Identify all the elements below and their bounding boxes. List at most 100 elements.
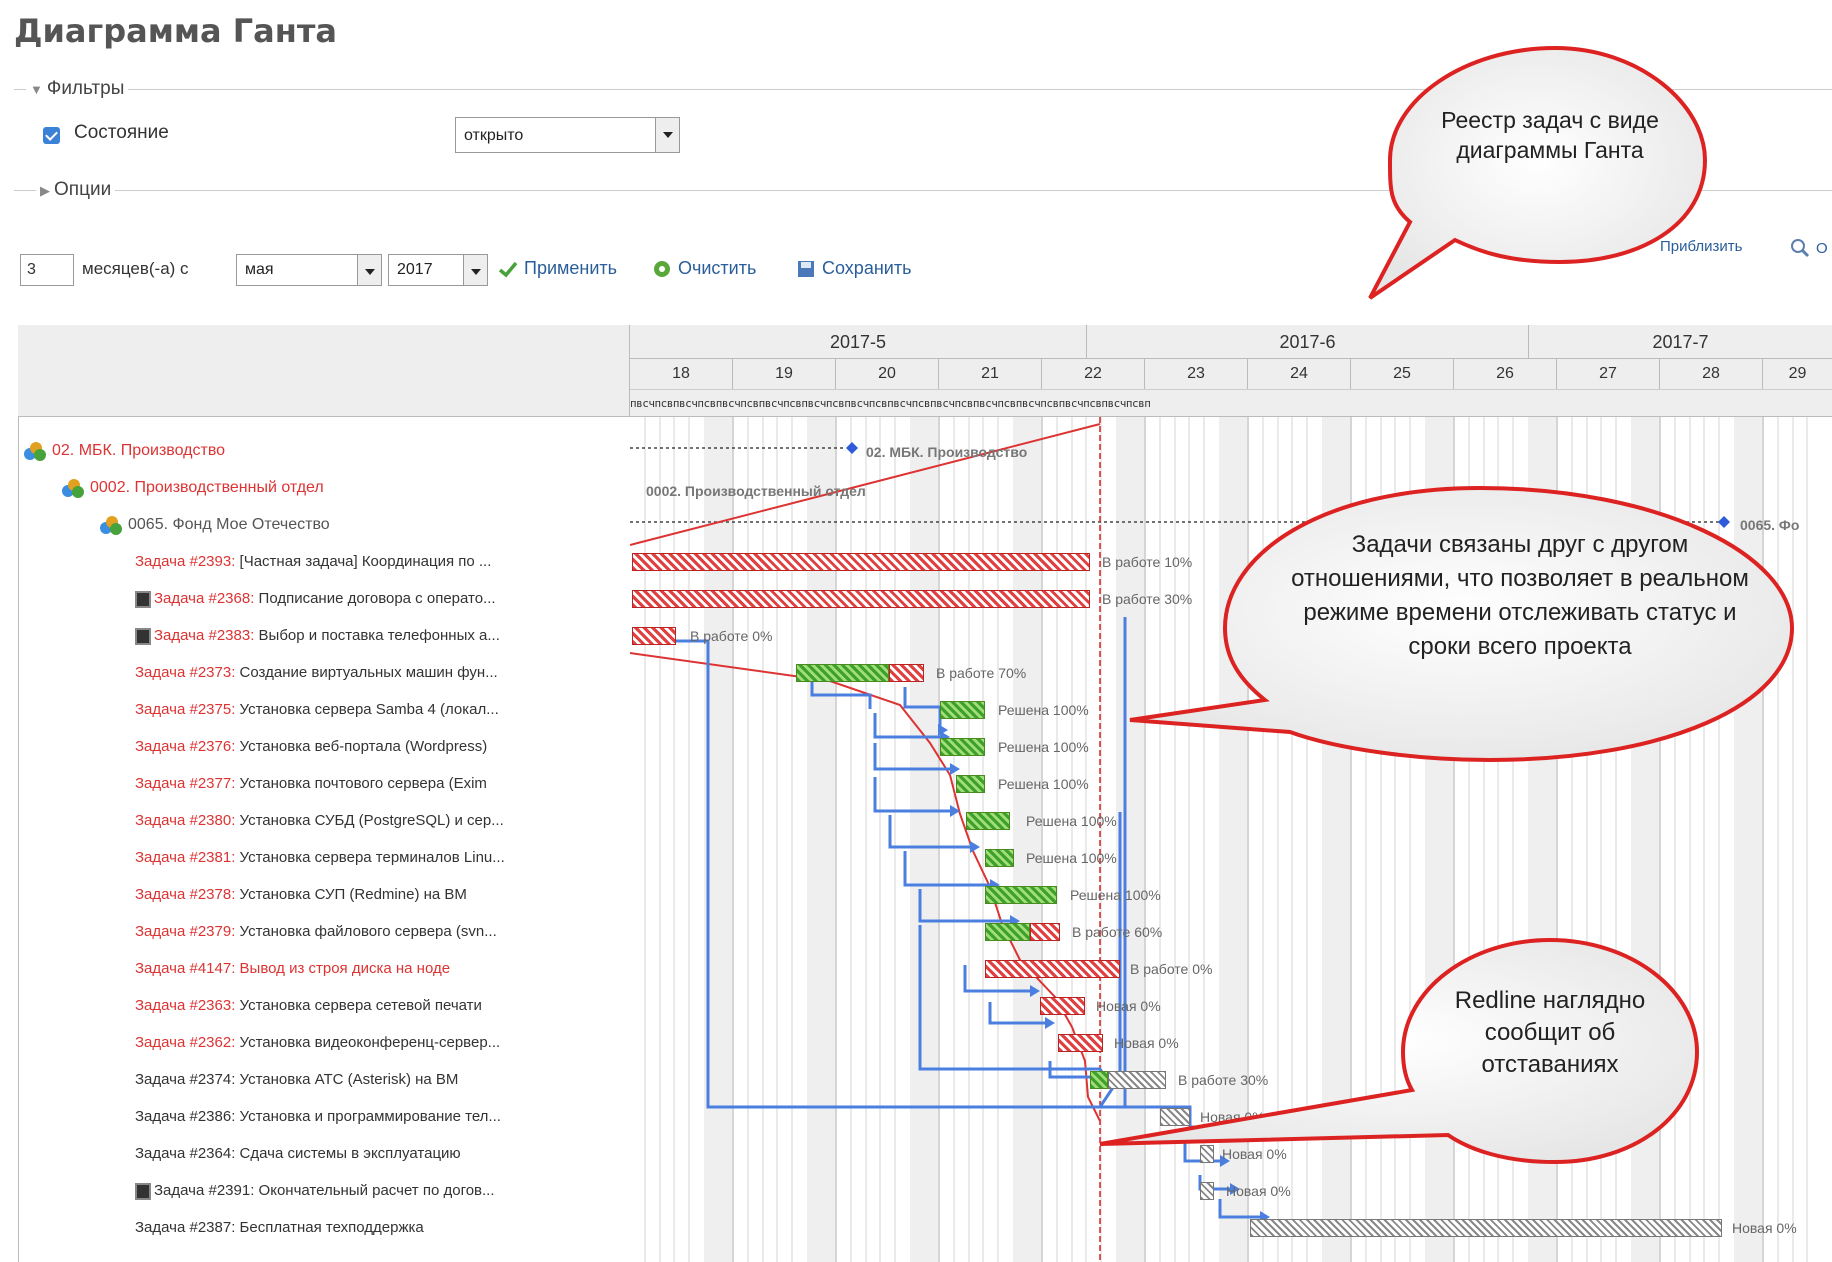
apply-label: Применить — [524, 258, 618, 278]
gantt-bar[interactable] — [632, 627, 676, 645]
task-row[interactable]: Задача #2386: Установка и программирован… — [135, 1108, 501, 1125]
options-legend[interactable]: ▶ Опции — [36, 179, 116, 201]
zoom-in-label: Приблизить — [1660, 238, 1743, 255]
gantt-bar[interactable] — [796, 664, 889, 682]
gantt-bar[interactable] — [985, 923, 1030, 941]
filters-divider — [14, 89, 1832, 90]
page-title: Диаграмма Ганта — [14, 12, 338, 50]
gantt-bar[interactable] — [985, 886, 1057, 904]
gantt-bar[interactable] — [1200, 1182, 1214, 1200]
task-title: Выбор и поставка телефонных а... — [258, 627, 500, 644]
task-row[interactable]: Задача #2368: Подписание договора с опер… — [135, 590, 496, 608]
task-title: Установка почтового сервера (Exim — [239, 775, 487, 792]
options-legend-label: Опции — [54, 179, 112, 200]
gantt-bar[interactable] — [1040, 997, 1085, 1015]
zoom-in-button[interactable]: Приблизить — [1660, 238, 1743, 255]
document-icon — [135, 627, 151, 645]
task-row[interactable]: Задача #2376: Установка веб-портала (Wor… — [135, 738, 487, 755]
project-name: 0065. Фонд Мое Отечество — [128, 516, 330, 534]
year-select[interactable]: 2017 — [388, 254, 488, 286]
bar-status: В работе 70% — [936, 665, 1027, 681]
months-input[interactable]: 3 — [20, 254, 74, 286]
gantt-bar[interactable] — [1030, 923, 1060, 941]
filters-legend[interactable]: ▼ Фильтры — [26, 78, 129, 100]
project-caption: 02. МБК. Производство — [866, 444, 1028, 460]
document-icon — [135, 1182, 151, 1200]
bar-status: В работе 10% — [1102, 554, 1193, 570]
task-id: Задача #2386: — [135, 1108, 236, 1125]
gantt-bar[interactable] — [985, 849, 1014, 867]
task-title: Установка видеоконференц-сервер... — [239, 1034, 501, 1051]
task-row[interactable]: Задача #2393: [Частная задача] Координац… — [135, 553, 491, 570]
month-cell: 2017-7 — [1529, 325, 1832, 359]
project-icon — [100, 516, 122, 535]
gantt-timeline-header: 2017-5 2017-6 2017-7 18 19 20 21 22 23 2… — [630, 325, 1832, 417]
month-select[interactable]: мая — [236, 254, 382, 286]
apply-button[interactable]: Применить — [498, 258, 617, 279]
week-cell: 25 — [1351, 359, 1454, 389]
gantt-bar[interactable] — [1160, 1108, 1190, 1126]
day-letters-row: пвсчпсвпвсчпсвпвсчпсвпвсчпсвпвсчпсвпвсчп… — [630, 389, 1832, 417]
checkmark-icon — [498, 261, 518, 277]
gantt-bar[interactable] — [1058, 1034, 1103, 1052]
task-row[interactable]: Задача #2374: Установка АТС (Asterisk) н… — [135, 1071, 458, 1088]
task-row[interactable]: Задача #2362: Установка видеоконференц-с… — [135, 1034, 500, 1051]
tree-project[interactable]: 0065. Фонд Мое Отечество — [100, 516, 330, 535]
task-id: Задача #2362: — [135, 1034, 236, 1051]
task-title: Установка файлового сервера (svn... — [239, 923, 497, 940]
gantt-bar[interactable] — [956, 775, 985, 793]
task-row[interactable]: Задача #2364: Сдача системы в эксплуатац… — [135, 1145, 461, 1162]
gantt-bar[interactable] — [940, 738, 985, 756]
gantt-bar[interactable] — [1108, 1071, 1166, 1089]
status-select[interactable]: открыто — [455, 117, 680, 153]
task-id: Задача #2391: — [154, 1182, 255, 1199]
task-title: Установка СУБД (PostgreSQL) и сер... — [239, 812, 504, 829]
bar-status: Решена 100% — [1026, 813, 1117, 829]
gantt-bar[interactable] — [985, 960, 1120, 978]
bar-status: В работе 30% — [1102, 591, 1193, 607]
task-row[interactable]: Задача #2363: Установка сервера сетевой … — [135, 997, 482, 1014]
task-id: Задача #2377: — [135, 775, 236, 792]
gantt-bar[interactable] — [940, 701, 985, 719]
task-row[interactable]: Задача #4147: Вывод из строя диска на но… — [135, 960, 450, 977]
zoom-out-button[interactable]: О — [1790, 238, 1828, 258]
task-title: Установка сервера Samba 4 (локал... — [239, 701, 499, 718]
clear-button[interactable]: Очистить — [652, 258, 756, 279]
task-row[interactable]: Задача #2379: Установка файлового сервер… — [135, 923, 497, 940]
gantt-bar[interactable] — [889, 664, 924, 682]
gantt-bar[interactable] — [632, 553, 1090, 571]
gantt-bar[interactable] — [632, 590, 1090, 608]
status-checkbox[interactable] — [43, 127, 60, 144]
milestone-icon — [846, 442, 858, 454]
week-cell: 19 — [733, 359, 836, 389]
bar-status: Новая 0% — [1732, 1220, 1797, 1236]
task-row[interactable]: Задача #2387: Бесплатная техподдержка — [135, 1219, 424, 1236]
task-title: Создание виртуальных машин фун... — [239, 664, 498, 681]
gantt-bar[interactable] — [1090, 1071, 1108, 1089]
task-row[interactable]: Задача #2381: Установка сервера терминал… — [135, 849, 505, 866]
task-id: Задача #2368: — [154, 590, 255, 607]
month-cell: 2017-5 — [630, 325, 1087, 359]
clear-icon — [654, 260, 670, 277]
task-row[interactable]: Задача #2391: Окончательный расчет по до… — [135, 1182, 495, 1200]
callout-top — [1368, 45, 1708, 300]
gantt-bar[interactable] — [1200, 1145, 1214, 1163]
week-cell: 20 — [836, 359, 939, 389]
gantt-bar[interactable] — [966, 812, 1010, 830]
task-row[interactable]: Задача #2380: Установка СУБД (PostgreSQL… — [135, 812, 504, 829]
task-id: Задача #2363: — [135, 997, 236, 1014]
tree-project[interactable]: 02. МБК. Производство — [24, 442, 225, 461]
status-label: Состояние — [74, 122, 169, 143]
tree-project[interactable]: 0002. Производственный отдел — [62, 479, 324, 498]
task-row[interactable]: Задача #2383: Выбор и поставка телефонны… — [135, 627, 500, 645]
bar-status: Решена 100% — [998, 702, 1089, 718]
task-row[interactable]: Задача #2377: Установка почтового сервер… — [135, 775, 487, 792]
task-row[interactable]: Задача #2373: Создание виртуальных машин… — [135, 664, 498, 681]
chevron-down-icon — [463, 255, 487, 285]
task-row[interactable]: Задача #2378: Установка СУП (Redmine) на… — [135, 886, 467, 903]
save-button[interactable]: Сохранить — [796, 258, 911, 279]
task-row[interactable]: Задача #2375: Установка сервера Samba 4 … — [135, 701, 499, 718]
month-cell: 2017-6 — [1087, 325, 1529, 359]
gantt-bar[interactable] — [1250, 1219, 1722, 1237]
callout-top-text: Реестр задач с виде диаграммы Ганта — [1441, 107, 1659, 163]
